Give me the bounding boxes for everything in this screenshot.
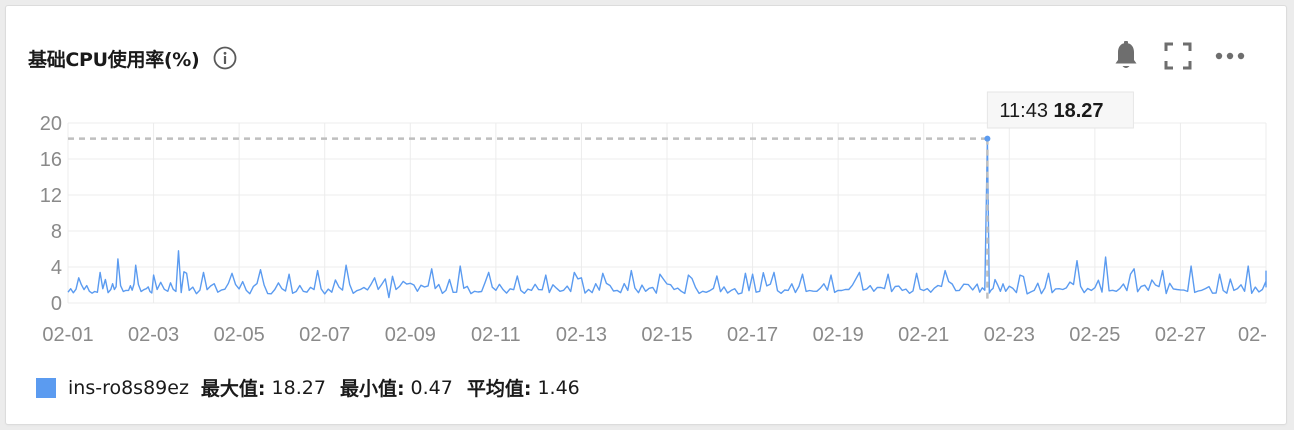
- x-tick-label: 02-: [1238, 324, 1267, 346]
- y-tick-label: 8: [51, 221, 62, 243]
- x-tick-label: 02-09: [385, 324, 436, 346]
- x-tick-label: 02-23: [984, 324, 1035, 346]
- chart-legend: ins-ro8s89ez 最大值: 18.27 最小值: 0.47 平均值: 1…: [36, 374, 594, 401]
- y-tick-label: 12: [40, 185, 62, 207]
- x-tick-label: 02-03: [128, 324, 179, 346]
- x-tick-label: 02-17: [727, 324, 778, 346]
- x-tick-label: 02-19: [813, 324, 864, 346]
- legend-series-name[interactable]: ins-ro8s89ez: [68, 377, 189, 399]
- y-tick-label: 0: [51, 293, 62, 315]
- y-tick-label: 4: [51, 257, 62, 279]
- y-tick-label: 20: [40, 113, 62, 135]
- tooltip-time: 11:43: [999, 100, 1053, 122]
- cpu-usage-panel: 基础CPU使用率(%) 0 4 8 12 16 20 02-01 02-03 0…: [6, 6, 1286, 424]
- x-tick-label: 02-15: [641, 324, 692, 346]
- y-tick-label: 16: [40, 149, 62, 171]
- tooltip-text: 11:43 18.27: [999, 100, 1103, 122]
- hover-point: [984, 135, 991, 142]
- max-value: 18.27: [271, 376, 326, 399]
- x-tick-label: 02-05: [214, 324, 265, 346]
- x-tick-label: 02-07: [299, 324, 350, 346]
- x-tick-label: 02-21: [898, 324, 949, 346]
- min-value: 0.47: [410, 376, 453, 399]
- avg-value: 1.46: [537, 376, 580, 399]
- x-tick-label: 02-13: [556, 324, 607, 346]
- min-label: 最小值:: [339, 378, 405, 400]
- legend-swatch[interactable]: [36, 377, 56, 398]
- max-label: 最大值:: [200, 378, 266, 400]
- x-tick-label: 02-01: [42, 324, 93, 346]
- cpu-line-chart[interactable]: 0 4 8 12 16 20 02-01 02-03 02-05 02-07 02-09 02-11 0…: [6, 6, 1286, 424]
- tooltip-value: 18.27: [1054, 100, 1104, 122]
- x-tick-label: 02-27: [1155, 324, 1206, 346]
- x-tick-label: 02-25: [1069, 324, 1120, 346]
- avg-label: 平均值:: [466, 378, 532, 400]
- x-tick-label: 02-11: [471, 324, 521, 346]
